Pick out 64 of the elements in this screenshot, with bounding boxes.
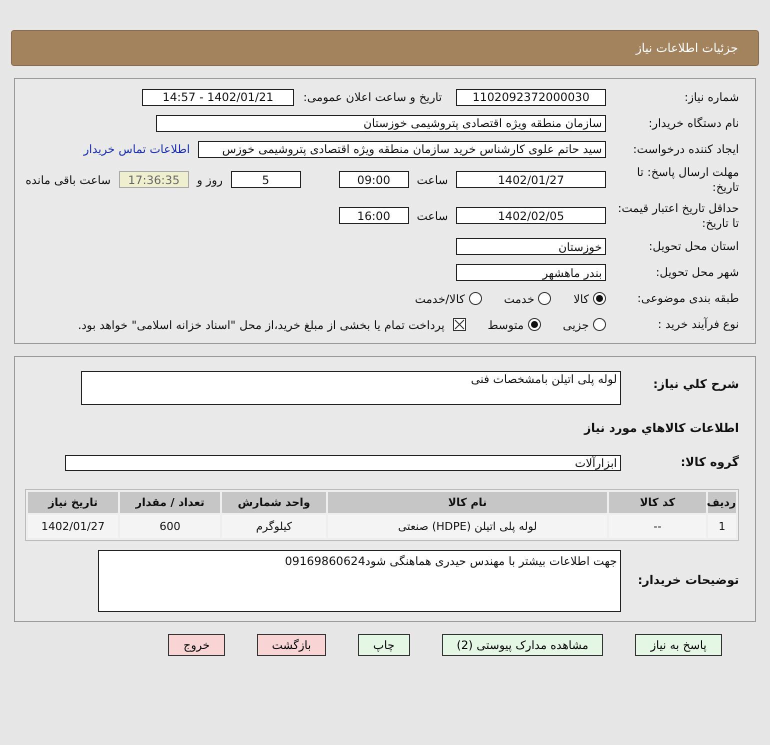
countdown-field: 17:36:35 — [118, 171, 189, 188]
action-button[interactable]: پاسخ به نیاز — [635, 634, 722, 656]
field-label: شرح کلي نياز: — [652, 376, 739, 392]
table-cell: کیلوگرم — [222, 514, 326, 538]
radio-button[interactable] — [468, 292, 482, 306]
input-field[interactable]: جهت اطلاعات بیشتر با مهندس حیدری هماهنگی شود09169860624 — [98, 550, 621, 612]
action-button[interactable]: مشاهده مدارک پیوستی (2) — [442, 634, 604, 656]
radio-label: کالا — [573, 292, 589, 306]
radio-button[interactable] — [593, 292, 606, 306]
radio-button[interactable] — [538, 292, 552, 306]
input-field[interactable]: 1402/01/21 - 14:57 — [142, 88, 294, 106]
table-cell: لوله پلی اتیلن (HDPE) صنعتی — [328, 514, 607, 538]
column-header: کد کالا — [609, 492, 706, 513]
radio-label: متوسط — [488, 318, 524, 332]
input-field[interactable]: 1102092372000030 — [456, 88, 606, 106]
field-label: حداقل تاریخ اعتبار قیمت: تا تاریخ: — [616, 200, 739, 231]
checkbox-label: پرداخت تمام یا بخشی از مبلغ خرید،از محل "اسناد خزانه اسلامی" خواهد بود. — [78, 318, 445, 332]
field-label: ساعت باقی مانده — [26, 172, 111, 187]
input-field[interactable]: سید حاتم علوی کارشناس خرید سازمان منطقه ویژه اقتصادی پتروشیمی خوزس — [198, 140, 606, 158]
field-label: نام دستگاه خریدار: — [647, 116, 739, 130]
input-field[interactable]: 09:00 — [338, 171, 409, 188]
field-label: ایجاد کننده درخواست: — [632, 142, 739, 156]
input-field[interactable]: بندر ماهشهر — [456, 264, 606, 282]
input-field[interactable]: لوله پلی اتیلن بامشخصات فنی — [81, 370, 621, 405]
radio-label: کالا/خدمت — [414, 292, 465, 306]
radio-button[interactable] — [528, 318, 541, 332]
field-label: روز و — [196, 172, 223, 187]
input-field[interactable]: ابزارآلات — [65, 454, 621, 471]
column-header: واحد شمارش — [222, 492, 326, 513]
action-button[interactable]: بازگشت — [256, 634, 326, 656]
field-label: شماره نیاز: — [683, 90, 739, 104]
column-header: نام کالا — [328, 492, 607, 513]
field-label: گروه کالا: — [680, 454, 739, 471]
input-field[interactable]: 5 — [230, 171, 301, 188]
checkbox[interactable] — [452, 318, 466, 332]
field-label: شهر محل تحویل: — [654, 265, 739, 280]
field-label: طبقه بندی موضوعی: — [636, 291, 739, 306]
table-cell: 1 — [708, 514, 736, 538]
field-label: نوع فرآیند خرید : — [656, 317, 739, 332]
field-label: ساعت — [416, 172, 448, 187]
action-button[interactable]: چاپ — [358, 634, 410, 656]
field-label: مهلت ارسال پاسخ: تا تاریخ: — [636, 165, 739, 195]
input-field[interactable]: سازمان منطقه ویژه اقتصادی پتروشیمی خوزستان — [156, 114, 606, 132]
input-field[interactable]: 1402/01/27 — [456, 171, 606, 188]
input-field[interactable]: 1402/02/05 — [456, 207, 606, 224]
column-header: تاریخ نیاز — [28, 492, 118, 513]
radio-label: جزیی — [562, 318, 589, 332]
table-cell: -- — [609, 514, 706, 538]
contact-link[interactable]: اطلاعات تماس خریدار — [83, 142, 190, 156]
table-cell: 600 — [120, 514, 220, 538]
section-heading: اطلاعات کالاهاي مورد نياز — [584, 420, 739, 435]
page-title: جزئیات اطلاعات نیاز — [636, 41, 738, 55]
field-label: توضیحات خریدار: — [636, 572, 739, 589]
column-header: تعداد / مقدار — [120, 492, 220, 513]
radio-label: خدمت — [504, 292, 534, 306]
field-label: ساعت — [416, 208, 448, 223]
input-field[interactable]: خوزستان — [456, 238, 606, 256]
table-cell: 1402/01/27 — [28, 514, 118, 538]
radio-button[interactable] — [593, 318, 606, 332]
action-button[interactable]: خروج — [168, 634, 225, 656]
field-label: تاریخ و ساعت اعلان عمومی: — [302, 90, 442, 104]
field-label: استان محل تحویل: — [648, 239, 739, 254]
input-field[interactable]: 16:00 — [338, 207, 409, 224]
column-header: ردیف — [708, 492, 736, 513]
